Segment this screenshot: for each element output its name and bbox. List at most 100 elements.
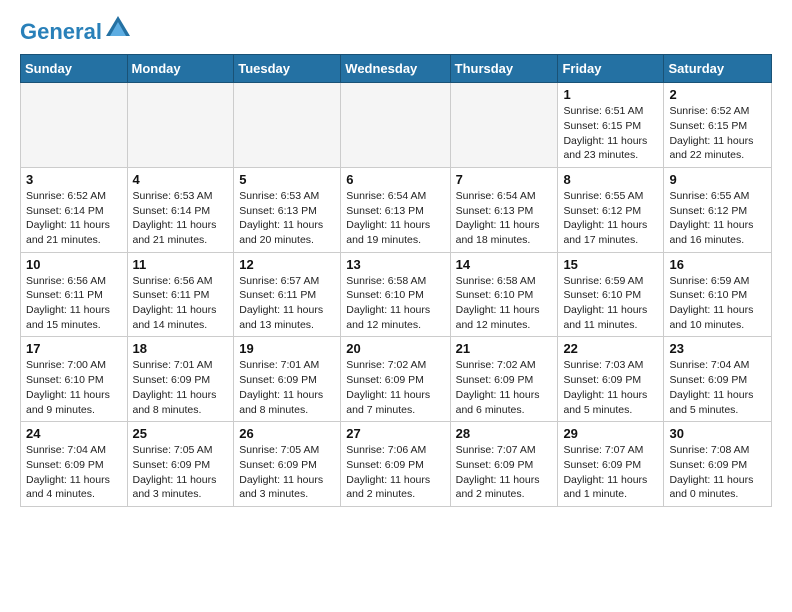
calendar-cell: 24 Sunrise: 7:04 AM Sunset: 6:09 PM Dayli… bbox=[21, 422, 128, 507]
day-info: Sunrise: 7:02 AM Sunset: 6:09 PM Dayligh… bbox=[456, 358, 553, 417]
logo-line1: General bbox=[20, 19, 102, 44]
day-number: 20 bbox=[346, 341, 444, 356]
day-info: Sunrise: 7:04 AM Sunset: 6:09 PM Dayligh… bbox=[26, 443, 122, 502]
day-info: Sunrise: 7:00 AM Sunset: 6:10 PM Dayligh… bbox=[26, 358, 122, 417]
calendar-cell: 18 Sunrise: 7:01 AM Sunset: 6:09 PM Dayli… bbox=[127, 337, 234, 422]
day-info: Sunrise: 7:05 AM Sunset: 6:09 PM Dayligh… bbox=[239, 443, 335, 502]
day-number: 3 bbox=[26, 172, 122, 187]
day-number: 10 bbox=[26, 257, 122, 272]
day-number: 18 bbox=[133, 341, 229, 356]
calendar-cell: 26 Sunrise: 7:05 AM Sunset: 6:09 PM Dayli… bbox=[234, 422, 341, 507]
day-number: 21 bbox=[456, 341, 553, 356]
calendar-cell: 7 Sunrise: 6:54 AM Sunset: 6:13 PM Daylig… bbox=[450, 167, 558, 252]
day-info: Sunrise: 7:01 AM Sunset: 6:09 PM Dayligh… bbox=[239, 358, 335, 417]
day-number: 13 bbox=[346, 257, 444, 272]
day-number: 16 bbox=[669, 257, 766, 272]
day-info: Sunrise: 6:58 AM Sunset: 6:10 PM Dayligh… bbox=[456, 274, 553, 333]
calendar-cell: 10Sunrise: 6:56 AM Sunset: 6:11 PM Dayli… bbox=[21, 252, 128, 337]
day-info: Sunrise: 6:54 AM Sunset: 6:13 PM Dayligh… bbox=[456, 189, 553, 248]
logo: General bbox=[20, 20, 132, 44]
calendar-cell: 21 Sunrise: 7:02 AM Sunset: 6:09 PM Dayli… bbox=[450, 337, 558, 422]
calendar-cell: 30 Sunrise: 7:08 AM Sunset: 6:09 PM Dayli… bbox=[664, 422, 772, 507]
day-info: Sunrise: 7:08 AM Sunset: 6:09 PM Dayligh… bbox=[669, 443, 766, 502]
calendar-cell bbox=[234, 83, 341, 168]
day-info: Sunrise: 6:52 AM Sunset: 6:15 PM Dayligh… bbox=[669, 104, 766, 163]
calendar-cell: 6 Sunrise: 6:54 AM Sunset: 6:13 PM Daylig… bbox=[341, 167, 450, 252]
weekday-header-friday: Friday bbox=[558, 55, 664, 83]
day-info: Sunrise: 6:52 AM Sunset: 6:14 PM Dayligh… bbox=[26, 189, 122, 248]
calendar-cell: 16 Sunrise: 6:59 AM Sunset: 6:10 PM Dayli… bbox=[664, 252, 772, 337]
day-info: Sunrise: 7:05 AM Sunset: 6:09 PM Dayligh… bbox=[133, 443, 229, 502]
day-number: 6 bbox=[346, 172, 444, 187]
week-row-0: 1Sunrise: 6:51 AM Sunset: 6:15 PM Daylig… bbox=[21, 83, 772, 168]
calendar-cell: 3 Sunrise: 6:52 AM Sunset: 6:14 PM Daylig… bbox=[21, 167, 128, 252]
calendar-cell: 17 Sunrise: 7:00 AM Sunset: 6:10 PM Dayli… bbox=[21, 337, 128, 422]
calendar-cell: 29 Sunrise: 7:07 AM Sunset: 6:09 PM Dayli… bbox=[558, 422, 664, 507]
weekday-header-row: SundayMondayTuesdayWednesdayThursdayFrid… bbox=[21, 55, 772, 83]
calendar-cell bbox=[21, 83, 128, 168]
calendar-cell: 25Sunrise: 7:05 AM Sunset: 6:09 PM Dayli… bbox=[127, 422, 234, 507]
day-number: 26 bbox=[239, 426, 335, 441]
calendar-cell: 19Sunrise: 7:01 AM Sunset: 6:09 PM Dayli… bbox=[234, 337, 341, 422]
day-number: 24 bbox=[26, 426, 122, 441]
day-info: Sunrise: 7:01 AM Sunset: 6:09 PM Dayligh… bbox=[133, 358, 229, 417]
calendar-cell: 11 Sunrise: 6:56 AM Sunset: 6:11 PM Dayli… bbox=[127, 252, 234, 337]
calendar-table: SundayMondayTuesdayWednesdayThursdayFrid… bbox=[20, 54, 772, 507]
day-info: Sunrise: 6:55 AM Sunset: 6:12 PM Dayligh… bbox=[669, 189, 766, 248]
calendar-cell: 5 Sunrise: 6:53 AM Sunset: 6:13 PM Daylig… bbox=[234, 167, 341, 252]
calendar-cell: 22Sunrise: 7:03 AM Sunset: 6:09 PM Dayli… bbox=[558, 337, 664, 422]
day-number: 8 bbox=[563, 172, 658, 187]
day-number: 5 bbox=[239, 172, 335, 187]
day-info: Sunrise: 7:07 AM Sunset: 6:09 PM Dayligh… bbox=[563, 443, 658, 502]
day-info: Sunrise: 6:59 AM Sunset: 6:10 PM Dayligh… bbox=[669, 274, 766, 333]
weekday-header-wednesday: Wednesday bbox=[341, 55, 450, 83]
calendar-cell: 20 Sunrise: 7:02 AM Sunset: 6:09 PM Dayli… bbox=[341, 337, 450, 422]
day-number: 9 bbox=[669, 172, 766, 187]
logo-icon bbox=[104, 14, 132, 42]
calendar-cell: 13Sunrise: 6:58 AM Sunset: 6:10 PM Dayli… bbox=[341, 252, 450, 337]
day-info: Sunrise: 6:55 AM Sunset: 6:12 PM Dayligh… bbox=[563, 189, 658, 248]
weekday-header-monday: Monday bbox=[127, 55, 234, 83]
day-number: 23 bbox=[669, 341, 766, 356]
day-number: 30 bbox=[669, 426, 766, 441]
day-info: Sunrise: 6:56 AM Sunset: 6:11 PM Dayligh… bbox=[133, 274, 229, 333]
day-number: 7 bbox=[456, 172, 553, 187]
calendar-cell: 12 Sunrise: 6:57 AM Sunset: 6:11 PM Dayli… bbox=[234, 252, 341, 337]
week-row-1: 3 Sunrise: 6:52 AM Sunset: 6:14 PM Daylig… bbox=[21, 167, 772, 252]
weekday-header-saturday: Saturday bbox=[664, 55, 772, 83]
day-number: 15 bbox=[563, 257, 658, 272]
calendar-cell: 8 Sunrise: 6:55 AM Sunset: 6:12 PM Daylig… bbox=[558, 167, 664, 252]
calendar-cell: 23 Sunrise: 7:04 AM Sunset: 6:09 PM Dayli… bbox=[664, 337, 772, 422]
day-number: 29 bbox=[563, 426, 658, 441]
day-number: 11 bbox=[133, 257, 229, 272]
calendar-cell bbox=[341, 83, 450, 168]
day-number: 1 bbox=[563, 87, 658, 102]
day-info: Sunrise: 6:57 AM Sunset: 6:11 PM Dayligh… bbox=[239, 274, 335, 333]
day-number: 22 bbox=[563, 341, 658, 356]
day-info: Sunrise: 7:06 AM Sunset: 6:09 PM Dayligh… bbox=[346, 443, 444, 502]
calendar-cell: 2 Sunrise: 6:52 AM Sunset: 6:15 PM Daylig… bbox=[664, 83, 772, 168]
week-row-4: 24 Sunrise: 7:04 AM Sunset: 6:09 PM Dayli… bbox=[21, 422, 772, 507]
day-number: 12 bbox=[239, 257, 335, 272]
calendar-cell: 9 Sunrise: 6:55 AM Sunset: 6:12 PM Daylig… bbox=[664, 167, 772, 252]
calendar-cell: 27 Sunrise: 7:06 AM Sunset: 6:09 PM Dayli… bbox=[341, 422, 450, 507]
calendar-cell: 4Sunrise: 6:53 AM Sunset: 6:14 PM Daylig… bbox=[127, 167, 234, 252]
day-info: Sunrise: 7:04 AM Sunset: 6:09 PM Dayligh… bbox=[669, 358, 766, 417]
weekday-header-tuesday: Tuesday bbox=[234, 55, 341, 83]
day-info: Sunrise: 7:07 AM Sunset: 6:09 PM Dayligh… bbox=[456, 443, 553, 502]
week-row-3: 17 Sunrise: 7:00 AM Sunset: 6:10 PM Dayli… bbox=[21, 337, 772, 422]
day-number: 4 bbox=[133, 172, 229, 187]
calendar-cell: 15 Sunrise: 6:59 AM Sunset: 6:10 PM Dayli… bbox=[558, 252, 664, 337]
day-info: Sunrise: 6:54 AM Sunset: 6:13 PM Dayligh… bbox=[346, 189, 444, 248]
day-info: Sunrise: 7:02 AM Sunset: 6:09 PM Dayligh… bbox=[346, 358, 444, 417]
day-number: 17 bbox=[26, 341, 122, 356]
calendar-cell: 1Sunrise: 6:51 AM Sunset: 6:15 PM Daylig… bbox=[558, 83, 664, 168]
calendar-cell bbox=[450, 83, 558, 168]
day-info: Sunrise: 6:59 AM Sunset: 6:10 PM Dayligh… bbox=[563, 274, 658, 333]
day-info: Sunrise: 6:53 AM Sunset: 6:13 PM Dayligh… bbox=[239, 189, 335, 248]
day-number: 14 bbox=[456, 257, 553, 272]
day-number: 2 bbox=[669, 87, 766, 102]
day-number: 27 bbox=[346, 426, 444, 441]
calendar-cell bbox=[127, 83, 234, 168]
calendar-cell: 14 Sunrise: 6:58 AM Sunset: 6:10 PM Dayli… bbox=[450, 252, 558, 337]
